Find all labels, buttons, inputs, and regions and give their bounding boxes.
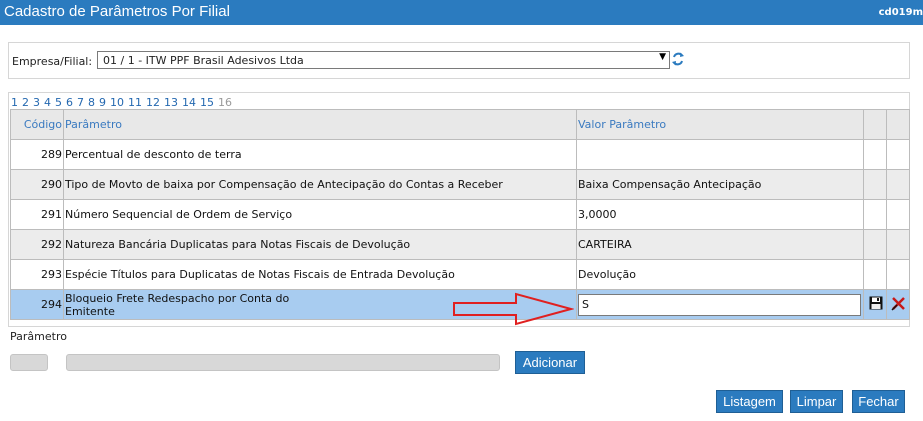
screen-code: cd019m [878,7,923,18]
cell-value [576,139,864,170]
page-link[interactable]: 15 [200,96,214,109]
cell-param: Percentual de desconto de terra [63,139,577,170]
cell-param: Espécie Títulos para Duplicatas de Notas… [63,259,577,290]
column-header-delete [886,109,910,140]
page-link[interactable]: 12 [146,96,160,109]
cell-save [863,289,887,320]
column-header-param[interactable]: Parâmetro [63,109,577,140]
param-line-2: Emitente [65,304,115,318]
empresa-label: Empresa/Filial: [12,55,93,68]
table-row[interactable]: 290 Tipo de Movto de baixa por Compensaç… [10,169,910,200]
page-link[interactable]: 9 [99,96,106,109]
cell-empty [863,169,887,200]
floppy-disk-icon[interactable] [869,296,883,310]
page-link[interactable]: 1 [11,96,18,109]
column-header-save [863,109,887,140]
table-row[interactable]: 293 Espécie Títulos para Duplicatas de N… [10,259,910,290]
cell-empty [886,169,910,200]
cell-param: Natureza Bancária Duplicatas para Notas … [63,229,577,260]
cell-value-editor: S [576,289,864,320]
param-line-1: Bloqueio Frete Redespacho por Conta do [65,291,290,305]
page-current: 16 [218,96,232,109]
page-link[interactable]: 4 [44,96,51,109]
cell-empty [863,229,887,260]
empresa-panel: Empresa/Filial: 01 / 1 - ITW PPF Brasil … [8,42,910,79]
cell-empty [863,199,887,230]
cell-value: Devolução [576,259,864,290]
empresa-selected-value: 01 / 1 - ITW PPF Brasil Adesivos Ltda [103,54,304,67]
pager: 1 2 3 4 5 6 7 8 9 10 11 12 13 14 15 16 [11,96,236,109]
page-link[interactable]: 5 [55,96,62,109]
table-row[interactable]: 291 Número Sequencial de Ordem de Serviç… [10,199,910,230]
column-header-code[interactable]: Código [10,109,64,140]
cell-value: Baixa Compensação Antecipação [576,169,864,200]
cell-empty [886,259,910,290]
table-header-row: Código Parâmetro Valor Parâmetro [10,109,910,140]
limpar-button[interactable]: Limpar [790,390,843,413]
column-header-value[interactable]: Valor Parâmetro [576,109,864,140]
page-link[interactable]: 6 [66,96,73,109]
page-link[interactable]: 7 [77,96,84,109]
cell-code: 292 [10,229,64,260]
cell-code: 293 [10,259,64,290]
cell-code: 294 [10,289,64,320]
fechar-button[interactable]: Fechar [852,390,905,413]
value-input[interactable]: S [578,293,861,316]
cell-param: Tipo de Movto de baixa por Compensação d… [63,169,577,200]
page-link[interactable]: 8 [88,96,95,109]
empresa-select[interactable]: 01 / 1 - ITW PPF Brasil Adesivos Ltda ▼ [97,51,670,69]
refresh-icon[interactable] [671,51,685,67]
listagem-button[interactable]: Listagem [716,390,783,413]
cell-value: CARTEIRA [576,229,864,260]
param-label: Parâmetro [10,330,67,343]
page-link[interactable]: 3 [33,96,40,109]
page-link[interactable]: 13 [164,96,178,109]
cell-code: 290 [10,169,64,200]
cell-empty [886,229,910,260]
cell-empty [886,199,910,230]
red-arrow-icon [453,292,574,326]
cell-empty [863,259,887,290]
dropdown-arrow-icon[interactable]: ▼ [659,52,666,62]
cell-delete [886,289,910,320]
cell-value: 3,0000 [576,199,864,230]
page-link[interactable]: 10 [110,96,124,109]
delete-x-icon[interactable] [891,296,906,311]
cell-param: Número Sequencial de Ordem de Serviço [63,199,577,230]
table-row[interactable]: 289 Percentual de desconto de terra [10,139,910,170]
cell-empty [886,139,910,170]
cell-empty [863,139,887,170]
param-code-field[interactable] [10,354,48,371]
window-title: Cadastro de Parâmetros Por Filial [4,3,230,20]
cell-code: 291 [10,199,64,230]
adicionar-button[interactable]: Adicionar [515,351,585,374]
page-link[interactable]: 11 [128,96,142,109]
title-bar: Cadastro de Parâmetros Por Filial cd019m [0,0,923,25]
page-link[interactable]: 2 [22,96,29,109]
cell-code: 289 [10,139,64,170]
page-link[interactable]: 14 [182,96,196,109]
param-description-field[interactable] [66,354,500,371]
parameters-table: Código Parâmetro Valor Parâmetro 289 Per… [10,109,910,320]
table-row[interactable]: 292 Natureza Bancária Duplicatas para No… [10,229,910,260]
